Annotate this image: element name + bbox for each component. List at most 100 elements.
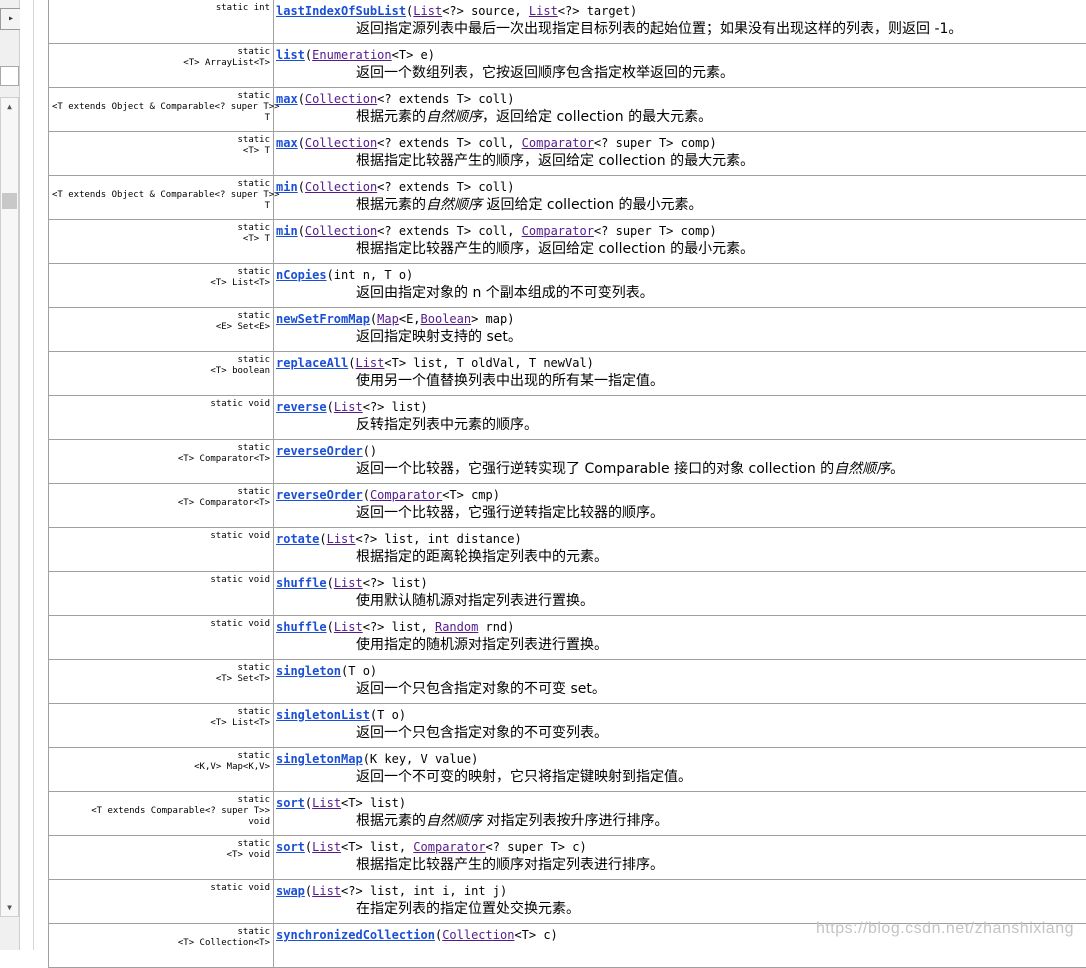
type-link[interactable]: Boolean	[421, 312, 472, 326]
type-link[interactable]: Collection	[305, 136, 377, 150]
modifier-cell: static void	[49, 528, 274, 572]
description-text: 使用另一个值替换列表中出现的所有某一指定值。	[356, 373, 664, 389]
signature-text: (T o)	[370, 708, 406, 722]
modifier-cell: static void	[49, 880, 274, 924]
method-link[interactable]: reverseOrder	[276, 444, 363, 458]
scroll-up-icon[interactable]: ▲	[1, 98, 18, 115]
type-link[interactable]: Comparator	[370, 488, 442, 502]
signature-cell: max(Collection<? extends T> coll, Compar…	[274, 132, 1086, 176]
signature-cell: singleton(T o)返回一个只包含指定对象的不可变 set。	[274, 660, 1086, 704]
description-text: 根据元素的	[356, 197, 426, 213]
table-row: static<T> voidsort(List<T> list, Compara…	[49, 836, 1086, 880]
modifier-text: <T> T	[52, 146, 270, 157]
type-link[interactable]: Collection	[442, 928, 514, 942]
modifier-text: static void	[52, 575, 270, 586]
method-signature: newSetFromMap(Map<E,Boolean> map)	[276, 312, 1086, 327]
method-link[interactable]: max	[276, 136, 298, 150]
method-description: 根据元素的自然顺序 对指定列表按升序进行排序。	[356, 811, 1086, 831]
description-text: 返回一个数组列表，它按返回顺序包含指定枚举返回的元素。	[356, 65, 734, 81]
expand-arrow-button[interactable]: ▸	[0, 8, 22, 30]
method-link[interactable]: shuffle	[276, 576, 327, 590]
signature-text: (K key, V value)	[363, 752, 479, 766]
method-signature: singleton(T o)	[276, 664, 1086, 679]
modifier-cell: static int	[49, 0, 274, 44]
frame-divider[interactable]	[33, 0, 34, 950]
table-row: static<T> List<T>singletonList(T o)返回一个只…	[49, 704, 1086, 748]
type-link[interactable]: Collection	[305, 92, 377, 106]
type-link[interactable]: List	[334, 576, 363, 590]
modifier-text: <E> Set<E>	[52, 322, 270, 333]
method-link[interactable]: synchronizedCollection	[276, 928, 435, 942]
description-text: 在指定列表的指定位置处交换元素。	[356, 901, 580, 917]
description-text: 根据元素的	[356, 813, 426, 829]
method-link[interactable]: min	[276, 180, 298, 194]
method-link[interactable]: min	[276, 224, 298, 238]
class-filter-input[interactable]	[0, 66, 19, 86]
table-row: static<T> Set<T>singleton(T o)返回一个只包含指定对…	[49, 660, 1086, 704]
signature-text: <?> source,	[442, 4, 529, 18]
method-link[interactable]: reverseOrder	[276, 488, 363, 502]
type-link[interactable]: Comparator	[522, 224, 594, 238]
type-link[interactable]: List	[327, 532, 356, 546]
modifier-cell: static<T> ArrayList<T>	[49, 44, 274, 88]
method-link[interactable]: rotate	[276, 532, 319, 546]
watermark: https://blog.csdn.net/zhanshixiang	[816, 920, 1074, 938]
type-link[interactable]: List	[312, 884, 341, 898]
modifier-text: static	[52, 663, 270, 674]
method-link[interactable]: singletonMap	[276, 752, 363, 766]
modifier-text: static	[52, 927, 270, 938]
type-link[interactable]: List	[355, 356, 384, 370]
table-row: static voidreverse(List<?> list)反转指定列表中元…	[49, 396, 1086, 440]
method-link[interactable]: list	[276, 48, 305, 62]
left-frame-scrollbar[interactable]: ▲ ▼	[0, 97, 19, 917]
method-link[interactable]: singletonList	[276, 708, 370, 722]
method-description: 根据指定比较器产生的顺序，返回给定 collection 的最大元素。	[356, 151, 1086, 171]
method-link[interactable]: swap	[276, 884, 305, 898]
modifier-text: static void	[52, 531, 270, 542]
type-link[interactable]: List	[413, 4, 442, 18]
method-signature: swap(List<?> list, int i, int j)	[276, 884, 1086, 899]
frame-gutter	[20, 0, 33, 950]
method-link[interactable]: replaceAll	[276, 356, 348, 370]
type-link[interactable]: Map	[377, 312, 399, 326]
modifier-cell: static<T> Collection<T>	[49, 924, 274, 968]
method-link[interactable]: sort	[276, 840, 305, 854]
method-description: 使用另一个值替换列表中出现的所有某一指定值。	[356, 371, 1086, 391]
signature-text: (	[327, 620, 334, 634]
type-link[interactable]: List	[529, 4, 558, 18]
method-link[interactable]: max	[276, 92, 298, 106]
scroll-down-icon[interactable]: ▼	[1, 899, 18, 916]
signature-text: <? extends T> coll)	[377, 180, 514, 194]
table-row: static voidshuffle(List<?> list, Random …	[49, 616, 1086, 660]
type-link[interactable]: List	[334, 400, 363, 414]
method-link[interactable]: singleton	[276, 664, 341, 678]
method-link[interactable]: sort	[276, 796, 305, 810]
type-link[interactable]: List	[312, 840, 341, 854]
type-link[interactable]: Enumeration	[312, 48, 391, 62]
method-link[interactable]: lastIndexOfSubList	[276, 4, 406, 18]
signature-text: (T o)	[341, 664, 377, 678]
modifier-cell: static void	[49, 572, 274, 616]
method-link[interactable]: newSetFromMap	[276, 312, 370, 326]
type-link[interactable]: Collection	[305, 180, 377, 194]
type-link[interactable]: List	[334, 620, 363, 634]
type-link[interactable]: Random	[435, 620, 478, 634]
modifier-cell: static<T extends Object & Comparable<? s…	[49, 176, 274, 220]
modifier-text: <T> List<T>	[52, 278, 270, 289]
method-description: 返回一个只包含指定对象的不可变 set。	[356, 679, 1086, 699]
modifier-text: <T extends Object & Comparable<? super T…	[52, 190, 270, 201]
method-link[interactable]: shuffle	[276, 620, 327, 634]
table-row: static<T> booleanreplaceAll(List<T> list…	[49, 352, 1086, 396]
method-description: 返回指定映射支持的 set。	[356, 327, 1086, 347]
type-link[interactable]: List	[312, 796, 341, 810]
type-link[interactable]: Comparator	[413, 840, 485, 854]
signature-cell: reverseOrder(Comparator<T> cmp)返回一个比较器，它…	[274, 484, 1086, 528]
type-link[interactable]: Comparator	[522, 136, 594, 150]
method-link[interactable]: nCopies	[276, 268, 327, 282]
type-link[interactable]: Collection	[305, 224, 377, 238]
method-description: 返回一个只包含指定对象的不可变列表。	[356, 723, 1086, 743]
description-text: 。	[890, 461, 904, 477]
modifier-text: static	[52, 135, 270, 146]
scrollbar-thumb[interactable]	[2, 193, 17, 209]
method-link[interactable]: reverse	[276, 400, 327, 414]
